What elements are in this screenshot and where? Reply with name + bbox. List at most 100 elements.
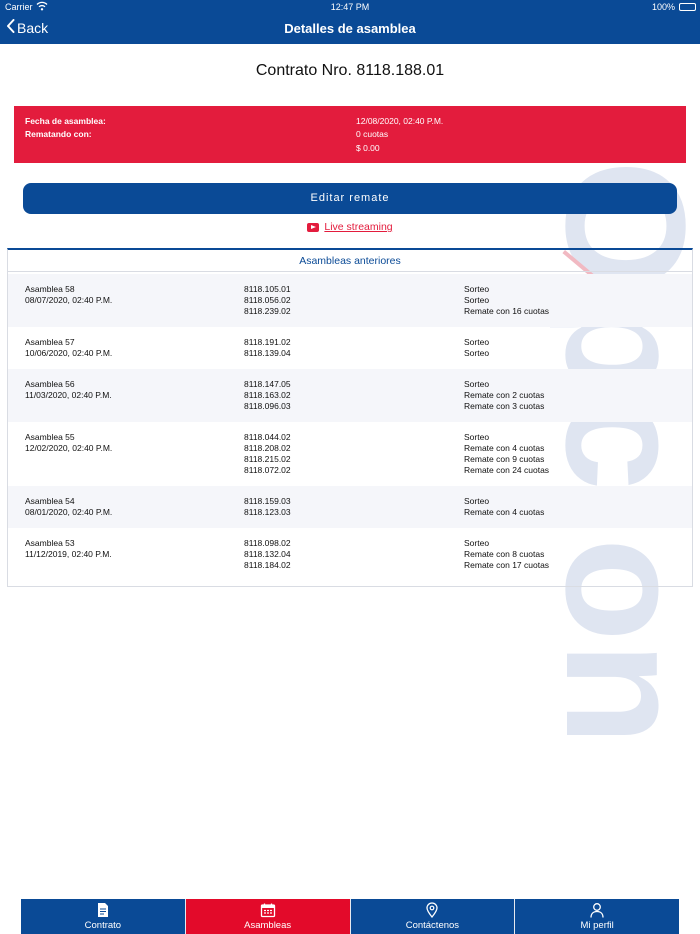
contract-number: 8118.208.02 xyxy=(244,443,291,453)
contract-number: 8118.184.02 xyxy=(244,560,291,570)
tab-mi-perfil[interactable]: Mi perfil xyxy=(514,899,679,934)
previous-assemblies-table: Asambleas anteriores Asamblea 58 08/07/20… xyxy=(7,248,693,587)
table-row: Asamblea 57 10/06/2020, 02:40 P.M. 8118.19… xyxy=(8,327,692,369)
calendar-icon xyxy=(260,903,275,918)
tab-label: Mi perfil xyxy=(580,920,614,931)
contracts-cell: 8118.191.02 8118.139.04 xyxy=(244,337,291,359)
assembly-date: 11/03/2020, 02:40 P.M. xyxy=(25,390,112,400)
contract-number: 8118.105.01 xyxy=(244,284,291,294)
contracts-cell: 8118.098.02 8118.132.04 8118.184.02 xyxy=(244,538,291,571)
results-cell: Sorteo Sorteo xyxy=(464,337,489,359)
result-text: Remate con 8 cuotas xyxy=(464,549,545,559)
result-text: Remate con 9 cuotas xyxy=(464,454,545,464)
contract-number: 8118.215.02 xyxy=(244,454,291,464)
youtube-icon xyxy=(307,222,320,232)
contract-number: 8118.123.03 xyxy=(244,507,291,517)
battery-percent: 100% xyxy=(651,2,675,12)
result-text: Sorteo xyxy=(464,496,490,506)
result-text: Remate con 16 cuotas xyxy=(464,306,550,316)
assembly-name: Asamblea 54 xyxy=(25,496,75,506)
result-text: Sorteo xyxy=(464,337,490,347)
assembly-cell: Asamblea 57 10/06/2020, 02:40 P.M. xyxy=(25,337,112,359)
contract-number: 8118.239.02 xyxy=(244,306,291,316)
assembly-name: Asamblea 57 xyxy=(25,337,75,347)
assembly-summary: Fecha de asamblea: 12/08/2020, 02:40 P.M… xyxy=(14,106,686,163)
tab-label: Contrato xyxy=(84,920,122,931)
assembly-name: Asamblea 58 xyxy=(25,284,75,294)
contracts-cell: 8118.044.02 8118.208.02 8118.215.02 8118.07… xyxy=(244,432,291,476)
assembly-cell: Asamblea 56 11/03/2020, 02:40 P.M. xyxy=(25,379,112,401)
result-text: Remate con 3 cuotas xyxy=(464,401,545,411)
contract-number: 8118.163.02 xyxy=(244,390,291,400)
tab-asambleas[interactable]: Asambleas xyxy=(184,899,350,934)
bottom-tab-bar: Contrato Asambleas Contáctenos Mi perfil xyxy=(21,899,679,934)
tab-label: Asambleas xyxy=(244,920,292,931)
contracts-cell: 8118.105.01 8118.056.02 8118.239.02 xyxy=(244,284,291,317)
result-text: Remate con 4 cuotas xyxy=(464,443,545,453)
result-text: Sorteo xyxy=(464,284,490,294)
table-row: Asamblea 58 08/07/2020, 02:40 P.M. 8118.10… xyxy=(8,274,692,327)
result-text: Sorteo xyxy=(464,538,490,548)
rematando-label: Rematando con: xyxy=(25,129,92,139)
assembly-name: Asamblea 56 xyxy=(25,379,75,389)
table-row: Asamblea 53 11/12/2019, 02:40 P.M. 8118.09… xyxy=(8,528,692,581)
navigation-bar: Back Detalles de asamblea xyxy=(0,14,700,44)
results-cell: Sorteo Sorteo Remate con 16 cuotas xyxy=(464,284,549,317)
tab-contrato[interactable]: Contrato xyxy=(21,899,185,934)
contract-number: 8118.159.03 xyxy=(244,496,291,506)
cuotas-value: 0 cuotas xyxy=(356,129,389,139)
results-cell: Sorteo Remate con 4 cuotas xyxy=(464,496,544,518)
contract-number: 8118.139.04 xyxy=(244,348,291,358)
contract-number: 8118.072.02 xyxy=(244,465,291,475)
contracts-cell: 8118.147.05 8118.163.02 8118.096.03 xyxy=(244,379,291,412)
contract-number: 8118.132.04 xyxy=(244,549,291,559)
contract-number: 8118.098.02 xyxy=(244,538,291,548)
assembly-name: Asamblea 55 xyxy=(25,432,75,442)
assembly-name: Asamblea 53 xyxy=(25,538,75,548)
contract-number: 8118.147.05 xyxy=(244,379,291,389)
result-text: Sorteo xyxy=(464,348,490,358)
contract-number: 8118.056.02 xyxy=(244,295,291,305)
contracts-cell: 8118.159.03 8118.123.03 xyxy=(244,496,291,518)
assembly-cell: Asamblea 54 08/01/2020, 02:40 P.M. xyxy=(25,496,112,518)
assembly-date: 08/07/2020, 02:40 P.M. xyxy=(25,295,113,305)
tab-contactenos[interactable]: Contáctenos xyxy=(349,899,515,934)
result-text: Sorteo xyxy=(464,432,490,442)
page-title: Detalles de asamblea xyxy=(284,21,416,36)
result-text: Sorteo xyxy=(464,295,490,305)
tab-label: Contáctenos xyxy=(405,920,460,931)
results-cell: Sorteo Remate con 4 cuotas Remate con 9 cu… xyxy=(464,432,549,476)
status-bar: Carrier 12:47 PM 100% xyxy=(0,0,700,14)
result-text: Remate con 2 cuotas xyxy=(464,390,545,400)
contract-number: 8118.191.02 xyxy=(244,337,291,347)
result-text: Remate con 4 cuotas xyxy=(464,507,545,517)
contract-number: 8118.096.03 xyxy=(244,401,291,411)
live-streaming-label: Live streaming xyxy=(324,221,393,233)
table-row: Asamblea 56 11/03/2020, 02:40 P.M. 8118.14… xyxy=(8,369,692,422)
contract-number: 8118.044.02 xyxy=(244,432,291,442)
result-text: Remate con 24 cuotas xyxy=(464,465,550,475)
table-row: Asamblea 54 08/01/2020, 02:40 P.M. 8118.15… xyxy=(8,486,692,528)
result-text: Remate con 17 cuotas xyxy=(464,560,550,570)
clock: 12:47 PM xyxy=(330,2,370,12)
location-pin-icon xyxy=(426,902,439,918)
assembly-date: 10/06/2020, 02:40 P.M. xyxy=(25,348,113,358)
table-row: Asamblea 55 12/02/2020, 02:40 P.M. 8118.04… xyxy=(8,422,692,486)
live-streaming-link[interactable]: Live streaming xyxy=(0,221,700,233)
document-icon xyxy=(97,903,108,917)
assembly-date: 11/12/2019, 02:40 P.M. xyxy=(25,549,112,559)
user-icon xyxy=(590,903,604,918)
fecha-label: Fecha de asamblea: xyxy=(25,116,106,126)
assembly-date: 12/02/2020, 02:40 P.M. xyxy=(25,443,113,453)
assembly-cell: Asamblea 53 11/12/2019, 02:40 P.M. xyxy=(25,538,112,560)
results-cell: Sorteo Remate con 8 cuotas Remate con 17 c… xyxy=(464,538,549,571)
assembly-date: 08/01/2020, 02:40 P.M. xyxy=(25,507,113,517)
results-cell: Sorteo Remate con 2 cuotas Remate con 3 cu… xyxy=(464,379,544,412)
table-heading: Asambleas anteriores xyxy=(8,250,692,272)
assembly-cell: Asamblea 58 08/07/2020, 02:40 P.M. xyxy=(25,284,112,306)
battery-icon xyxy=(679,3,696,11)
edit-bid-button[interactable]: Editar remate xyxy=(23,183,677,214)
assembly-cell: Asamblea 55 12/02/2020, 02:40 P.M. xyxy=(25,432,112,454)
contract-title: Contrato Nro. 8118.188.01 xyxy=(255,62,445,79)
monto-value: $ 0.00 xyxy=(356,143,380,153)
